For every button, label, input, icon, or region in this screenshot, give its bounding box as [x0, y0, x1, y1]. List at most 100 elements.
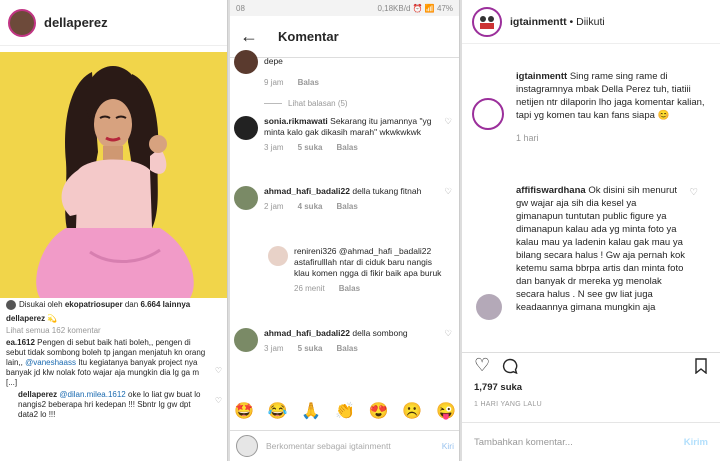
- comment-icon[interactable]: [502, 358, 518, 374]
- emoji-star-struck-button[interactable]: 🤩: [234, 401, 254, 421]
- status-indicators: 0,18KB/d ⏰ 📶 47%: [377, 3, 453, 13]
- header-text: igtainmentt • Diikuti: [510, 16, 605, 28]
- emoji-pray-button[interactable]: 🙏: [301, 401, 321, 421]
- back-arrow-icon[interactable]: ←: [240, 26, 258, 47]
- liked-by-text: Disukai oleh ekopatriosuper dan 6.664 la…: [19, 300, 190, 310]
- reply-item: renireni326 @ahmad_hafi _badali22 astafi…: [230, 244, 459, 314]
- comment-username[interactable]: renireni326: [294, 246, 337, 256]
- comment-username[interactable]: affifiswardhana: [516, 185, 586, 196]
- post-comment-button[interactable]: Kirim: [684, 437, 708, 448]
- comment-item: ea.1612 Pengen di sebut baik hati boleh,…: [6, 338, 222, 388]
- comment-composer: Berkomentar sebagai igtainmentt Kiri: [230, 430, 459, 461]
- post-header: dellaperez: [0, 0, 227, 46]
- liked-by-count[interactable]: 6.664 lainnya: [140, 300, 190, 309]
- comment-time: 2 jam: [264, 202, 284, 211]
- emoji-clap-button[interactable]: 👏: [335, 401, 355, 421]
- comment-text: della sombong: [352, 328, 408, 338]
- heart-icon[interactable]: ♡: [444, 116, 452, 127]
- avatar[interactable]: [268, 246, 288, 266]
- heart-icon[interactable]: ♡: [689, 186, 698, 199]
- reply-button[interactable]: Balas: [336, 343, 357, 354]
- comment-likes[interactable]: 4 suka: [298, 201, 323, 212]
- reply-username[interactable]: dellaperez: [18, 390, 57, 399]
- comment-text: depe: [264, 56, 283, 66]
- caption-time: 1 hari: [516, 133, 539, 143]
- send-button[interactable]: Kiri: [442, 441, 454, 451]
- post-header: igtainmentt • Diikuti: [462, 0, 720, 44]
- emoji-frown-button[interactable]: ☹️: [402, 401, 422, 421]
- reply-button[interactable]: Balas: [336, 201, 357, 212]
- heart-icon[interactable]: ♡: [215, 366, 222, 376]
- comment-text: astafirulllah ntar di ciduk baru nangis …: [294, 257, 442, 278]
- avatar[interactable]: [234, 328, 258, 352]
- liked-by-prefix: Disukai oleh: [19, 300, 63, 309]
- post-photo[interactable]: [0, 52, 227, 298]
- page-title: Komentar: [278, 29, 339, 44]
- avatar: [236, 435, 258, 457]
- post-username[interactable]: igtainmentt: [510, 16, 567, 28]
- comment-username[interactable]: sonia.rikmawati: [264, 116, 328, 126]
- add-comment-bar: Tambahkan komentar... Kirim: [462, 422, 720, 461]
- reply-mention[interactable]: @dilan.milea.1612: [59, 390, 125, 399]
- comment-item: affifiswardhana Ok disini sih menurut gw…: [472, 184, 712, 344]
- reply-button[interactable]: Balas: [336, 142, 357, 153]
- comments-panel: 08 0,18KB/d ⏰ 📶 47% ← Komentar depe 9 ja…: [230, 0, 460, 461]
- avatar[interactable]: [234, 50, 258, 74]
- comment-time: 3 jam: [264, 344, 284, 353]
- caption-username[interactable]: igtainmentt: [516, 71, 567, 82]
- caption-emoji: 💫: [47, 314, 58, 323]
- comment-username[interactable]: ahmad_hafi_badali22: [264, 186, 350, 196]
- avatar[interactable]: [8, 8, 36, 37]
- reply-button[interactable]: Balas: [339, 283, 360, 294]
- comment-item: ahmad_hafi_badali22 della sombong 3 jam …: [230, 326, 459, 372]
- comment-likes[interactable]: 5 suka: [298, 142, 323, 153]
- liker-avatar: [6, 300, 16, 310]
- emoji-wink-button[interactable]: 😜: [436, 401, 456, 421]
- comment-mention[interactable]: @vaneshaass: [25, 358, 76, 367]
- comment-time: 3 jam: [264, 143, 284, 152]
- follow-status[interactable]: Diikuti: [576, 16, 605, 28]
- liked-by-user[interactable]: ekopatriosuper: [65, 300, 123, 309]
- caption-username[interactable]: dellaperez: [6, 314, 45, 323]
- like-count[interactable]: 1,797 suka: [474, 382, 522, 393]
- heart-icon[interactable]: ♡: [444, 186, 452, 197]
- reply-button[interactable]: Balas: [298, 77, 319, 88]
- post-actions: ♡: [462, 352, 720, 378]
- comment-time: 9 jam: [264, 78, 284, 87]
- avatar[interactable]: [234, 116, 258, 140]
- view-replies-link[interactable]: Lihat balasan (5): [288, 98, 348, 109]
- avatar[interactable]: [472, 6, 502, 37]
- igtainment-logo-icon: [475, 9, 499, 34]
- heart-icon[interactable]: ♡: [444, 328, 452, 339]
- post-body: Disukai oleh ekopatriosuper dan 6.664 la…: [0, 300, 227, 422]
- add-comment-input[interactable]: Tambahkan komentar...: [474, 437, 573, 448]
- avatar[interactable]: [234, 186, 258, 210]
- status-time: 08: [236, 3, 245, 13]
- heart-icon[interactable]: ♡: [474, 355, 490, 376]
- bookmark-icon[interactable]: [694, 357, 708, 374]
- comment-username[interactable]: ea.1612: [6, 338, 35, 347]
- heart-icon[interactable]: ♡: [215, 396, 222, 406]
- avatar[interactable]: [472, 98, 504, 130]
- comment-text: Ok disini sih menurut gw wajar aja sih d…: [516, 185, 685, 313]
- post-username[interactable]: dellaperez: [44, 15, 108, 30]
- view-all-comments-link[interactable]: Lihat semua 162 komentar: [6, 326, 222, 336]
- comment-time: 26 menit: [294, 284, 325, 293]
- separator: •: [569, 15, 574, 28]
- emoji-laughing-button[interactable]: 😂: [268, 401, 288, 421]
- reply-item: dellaperez @dilan.milea.1612 oke lo liat…: [6, 390, 222, 420]
- divider-line: [264, 103, 282, 109]
- comment-item: ahmad_hafi_badali22 della tukang fitnah …: [230, 184, 459, 230]
- comment-username[interactable]: ahmad_hafi_badali22: [264, 328, 350, 338]
- avatar[interactable]: [476, 294, 502, 320]
- comment-text: della tukang fitnah: [352, 186, 422, 196]
- comment-mention[interactable]: @ahmad_hafi _badali22: [339, 246, 431, 256]
- woman-photo-illustration: [0, 52, 227, 298]
- caption-item: igtainmentt Sing rame sing rame di insta…: [472, 70, 712, 170]
- comment-input[interactable]: Berkomentar sebagai igtainmentt: [266, 441, 434, 451]
- post-panel-left: dellaperez Disukai oleh ekopatriosuper d…: [0, 0, 228, 461]
- post-panel-right: igtainmentt • Diikuti igtainmentt Sing r…: [462, 0, 720, 461]
- emoji-heart-eyes-button[interactable]: 😍: [369, 401, 389, 421]
- comment-likes[interactable]: 5 suka: [298, 343, 323, 354]
- post-time: 1 HARI YANG LALU: [474, 401, 542, 408]
